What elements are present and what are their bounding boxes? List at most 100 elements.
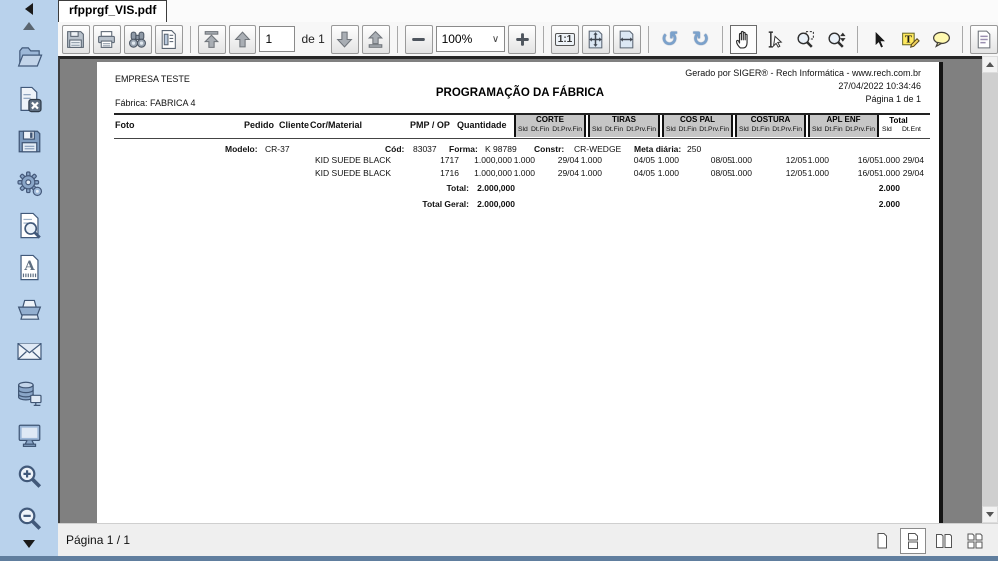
search-button[interactable] xyxy=(123,24,152,54)
row-total-ent: 29/04 xyxy=(902,155,924,165)
group-total: Total xyxy=(889,116,908,125)
zoom-out-button[interactable] xyxy=(404,24,433,54)
open-folder-button[interactable] xyxy=(11,42,47,73)
fit-page-button[interactable] xyxy=(581,24,610,54)
zoom-level-select[interactable]: 100% ∨ xyxy=(435,26,506,52)
cod-label: Cód: xyxy=(385,144,405,154)
scroll-down-icon xyxy=(23,539,35,548)
rotate-cw-icon: ↻ xyxy=(691,26,710,51)
row-op: 1717 xyxy=(440,155,459,165)
actual-size-button[interactable]: 1:1 xyxy=(551,24,579,54)
tiled-pages-button[interactable] xyxy=(962,528,988,554)
group-costura: COSTURA Sld Dt.Fin Dt.Prv.Fin xyxy=(735,115,806,137)
group-aplenf: APL ENF Sld Dt.Fin Dt.Prv.Fin xyxy=(808,115,879,137)
zoom-out-button-side[interactable] xyxy=(11,504,47,535)
subcol-total-sld: Sld xyxy=(882,126,892,133)
toolbar-separator xyxy=(543,25,545,53)
save-button-side[interactable] xyxy=(11,126,47,157)
email-button[interactable] xyxy=(11,336,47,367)
group-name: COSTURA xyxy=(750,115,791,124)
continuous-icon xyxy=(908,533,918,549)
group-name: TIRAS xyxy=(612,115,636,124)
close-document-button[interactable] xyxy=(11,84,47,115)
single-page-button[interactable] xyxy=(869,528,895,554)
chevron-down-icon: ∨ xyxy=(491,33,500,45)
document-viewport[interactable]: EMPRESA TESTE Fábrica: FABRICA 4 PROGRAM… xyxy=(58,56,982,523)
subcol-total-dtent: Dt.Ent xyxy=(902,126,921,133)
row-aplenf-sld: 1.000 xyxy=(807,155,829,165)
col-foto: Foto xyxy=(115,120,135,130)
zoom-in-button-side[interactable] xyxy=(11,462,47,493)
scroll-up-icon xyxy=(23,21,35,30)
subcol-dtfin: Dt.Fin xyxy=(751,126,770,133)
save-icon xyxy=(67,30,85,48)
fit-width-button[interactable] xyxy=(612,24,641,54)
hand-tool-button[interactable] xyxy=(729,24,758,54)
prev-page-icon xyxy=(234,30,251,47)
preview-document-button[interactable] xyxy=(11,210,47,241)
sidebar-scroll-down-button[interactable] xyxy=(0,535,58,552)
text-select-button[interactable] xyxy=(760,25,788,54)
report-generated-at: 27/04/2022 10:34:46 xyxy=(838,81,921,91)
save-button[interactable] xyxy=(62,24,90,54)
doc-properties-icon xyxy=(978,30,991,48)
rotate-cw-button[interactable]: ↻ xyxy=(687,25,715,54)
settings-button[interactable] xyxy=(11,168,47,199)
zoom-dynamic-button[interactable] xyxy=(822,25,850,54)
toolbar-separator xyxy=(647,25,649,53)
modelo-value: CR-37 xyxy=(265,144,290,154)
save-icon xyxy=(18,130,40,153)
status-page-label: Página 1 / 1 xyxy=(66,533,131,547)
print-button[interactable] xyxy=(92,24,121,54)
scrollbar-down-button[interactable] xyxy=(982,506,998,523)
print-button-side[interactable] xyxy=(11,294,47,325)
note-icon xyxy=(932,31,950,48)
report-structure-button[interactable] xyxy=(154,24,183,54)
subcol-sld: Sld xyxy=(739,126,749,133)
report-company: EMPRESA TESTE xyxy=(115,74,190,84)
sidebar-collapse-button[interactable] xyxy=(0,0,58,17)
toolbar-separator xyxy=(857,25,859,53)
prev-page-button[interactable] xyxy=(228,24,257,54)
document-tab[interactable]: rfpprgf_VIS.pdf xyxy=(58,0,168,22)
screen-icon xyxy=(18,424,40,447)
group-name: APL ENF xyxy=(826,115,861,124)
text-select-icon xyxy=(768,30,783,48)
settings-gear-icon xyxy=(16,171,42,197)
doc-properties-button[interactable] xyxy=(969,24,998,54)
last-page-button[interactable] xyxy=(361,24,390,54)
facing-pages-button[interactable] xyxy=(931,528,957,554)
continuous-page-button[interactable] xyxy=(900,528,926,554)
row-op: 1716 xyxy=(440,168,459,178)
text-annotation-icon: T xyxy=(901,32,920,48)
subcol-dtprvfin: Dt.Prv.Fin xyxy=(699,126,729,133)
fit-page-icon xyxy=(589,30,603,48)
close-document-icon xyxy=(19,86,42,113)
first-page-button[interactable] xyxy=(197,24,226,54)
svg-text:T: T xyxy=(904,34,911,45)
group-tiras: TIRAS Sld Dt.Fin Dt.Prv.Fin xyxy=(588,115,660,137)
zoom-marquee-button[interactable] xyxy=(791,25,819,54)
pdf-button[interactable]: A xyxy=(11,252,47,283)
rotate-ccw-button[interactable]: ↺ xyxy=(656,25,684,54)
scrollbar-up-button[interactable] xyxy=(982,56,998,73)
print-icon xyxy=(17,299,41,320)
export-data-button[interactable] xyxy=(11,378,47,409)
cursor-icon xyxy=(874,29,887,48)
text-annotation-button[interactable]: T xyxy=(896,25,924,54)
vertical-scrollbar[interactable] xyxy=(982,56,998,523)
zoom-dynamic-icon xyxy=(828,32,846,48)
page-number-input[interactable] xyxy=(259,26,296,52)
col-quantidade: Quantidade xyxy=(457,120,507,130)
screen-view-button[interactable] xyxy=(11,420,47,451)
sidebar-scroll-up-button[interactable] xyxy=(0,17,58,34)
first-page-icon xyxy=(204,30,220,48)
zoom-in-button[interactable] xyxy=(508,24,537,54)
note-button[interactable] xyxy=(927,25,955,54)
pdf-icon: A xyxy=(19,254,39,281)
next-page-button[interactable] xyxy=(330,24,359,54)
last-page-icon xyxy=(368,30,384,48)
select-cursor-button[interactable] xyxy=(865,25,893,54)
page-layout-buttons xyxy=(869,528,988,554)
row-cospal-sld: 1.000 xyxy=(657,168,679,178)
